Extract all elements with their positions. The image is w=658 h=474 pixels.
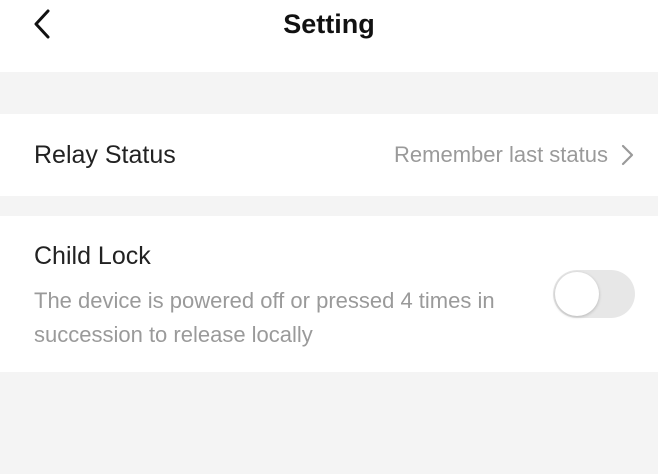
chevron-right-icon (621, 144, 634, 166)
header-bar: Setting (0, 0, 658, 72)
child-lock-description: The device is powered off or pressed 4 t… (34, 288, 495, 347)
page-title: Setting (283, 9, 375, 39)
bottom-filler (0, 372, 658, 474)
relay-status-value: Remember last status (394, 142, 608, 167)
section-divider (0, 72, 658, 114)
child-lock-row: Child Lock The device is powered off or … (0, 216, 658, 372)
relay-status-label: Relay Status (34, 141, 176, 169)
relay-status-row[interactable]: Relay Status Remember last status (0, 114, 658, 196)
toggle-knob (555, 272, 599, 316)
child-lock-toggle[interactable] (553, 270, 635, 318)
child-lock-label: Child Lock (34, 242, 151, 270)
section-divider (0, 196, 658, 216)
